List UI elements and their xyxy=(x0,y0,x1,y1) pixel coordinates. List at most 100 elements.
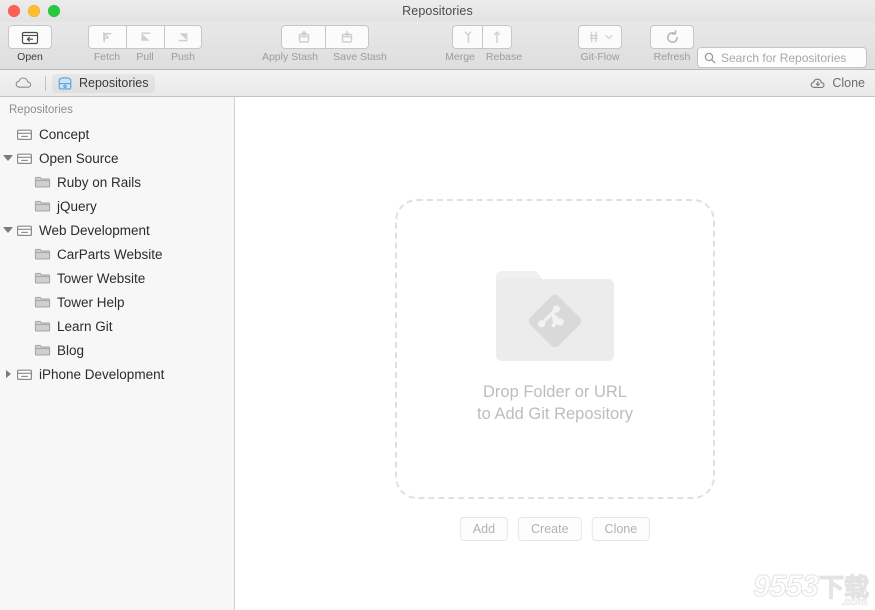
watermark-chinese: 下载 xyxy=(818,573,869,603)
push-label: Push xyxy=(171,51,195,63)
tower-app-window: Repositories Open Fetch Pull Push Apply … xyxy=(0,0,875,610)
toolbar-group-open: Open xyxy=(8,25,52,63)
merge-icon xyxy=(461,29,475,45)
save-stash-button[interactable] xyxy=(325,25,369,49)
sidebar-item-label: Tower Help xyxy=(57,294,125,310)
refresh-icon xyxy=(664,29,681,46)
repository-drive-icon xyxy=(57,76,73,91)
search-icon xyxy=(704,52,716,64)
window-title: Repositories xyxy=(402,4,473,18)
git-flow-button[interactable] xyxy=(578,25,622,49)
apply-stash-icon xyxy=(296,29,312,45)
push-button[interactable] xyxy=(164,25,202,49)
sidebar-item-label: iPhone Development xyxy=(39,366,165,382)
watermark-number: 9553 xyxy=(753,568,820,604)
traffic-light-group xyxy=(8,0,60,22)
apply-stash-label: Apply Stash xyxy=(261,51,319,63)
sidebar-item-iphone-development[interactable]: iPhone Development xyxy=(0,362,234,386)
sidebar-item-carparts-website[interactable]: CarParts Website xyxy=(0,242,234,266)
sidebar-item-jquery[interactable]: jQuery xyxy=(0,194,234,218)
merge-label: Merge xyxy=(445,51,475,63)
sidebar: Repositories Concept Open Source Ruby on R… xyxy=(0,97,235,610)
sidebar-item-label: Web Development xyxy=(39,222,150,238)
toolbar-group-gitflow: Git-Flow xyxy=(572,25,628,63)
clone-label: Clone xyxy=(832,76,865,90)
breadcrumb-bar: Repositories Clone xyxy=(0,70,875,97)
drop-zone[interactable]: Drop Folder or URL to Add Git Repository xyxy=(395,199,715,499)
sidebar-item-label: Learn Git xyxy=(57,318,113,334)
triangle-glyph xyxy=(5,370,11,378)
breadcrumb-separator xyxy=(45,75,46,91)
open-label: Open xyxy=(17,51,43,63)
chevron-down-icon xyxy=(605,33,613,41)
breadcrumb-label: Repositories xyxy=(79,76,149,90)
cloud-download-icon xyxy=(810,77,827,90)
sidebar-item-open-source[interactable]: Open Source xyxy=(0,146,234,170)
content-area: Drop Folder or URL to Add Git Repository… xyxy=(235,97,875,610)
breadcrumb-item-repositories[interactable]: Repositories xyxy=(52,73,156,93)
merge-button[interactable] xyxy=(452,25,482,49)
repository-box-icon xyxy=(16,367,33,382)
folder-icon xyxy=(34,175,51,189)
disclosure-triangle-closed-icon[interactable] xyxy=(0,370,16,378)
toolbar: Open Fetch Pull Push Apply Stash Save St… xyxy=(0,22,875,70)
sidebar-item-label: Tower Website xyxy=(57,270,146,286)
disclosure-triangle-open-icon[interactable] xyxy=(0,227,16,233)
sidebar-item-label: jQuery xyxy=(57,198,97,214)
refresh-label: Refresh xyxy=(653,51,691,63)
breadcrumb-home-button[interactable] xyxy=(10,76,39,90)
create-button[interactable]: Create xyxy=(518,517,582,541)
clone-button[interactable]: Clone xyxy=(810,76,865,90)
main-body: Repositories Concept Open Source Ruby on R… xyxy=(0,97,875,610)
fetch-arrow-icon xyxy=(100,29,116,45)
drop-caption-line1: Drop Folder or URL xyxy=(483,383,627,401)
sidebar-item-blog[interactable]: Blog xyxy=(0,338,234,362)
open-button[interactable] xyxy=(8,25,52,49)
repository-box-icon xyxy=(16,223,33,238)
maximize-button[interactable] xyxy=(48,5,60,17)
sidebar-item-label: Ruby on Rails xyxy=(57,174,142,190)
triangle-glyph xyxy=(3,227,13,233)
push-arrow-icon xyxy=(175,29,191,45)
refresh-button[interactable] xyxy=(650,25,694,49)
close-button[interactable] xyxy=(8,5,20,17)
search-input[interactable]: Search for Repositories xyxy=(721,51,846,65)
search-field[interactable]: Search for Repositories xyxy=(697,47,867,68)
sidebar-item-label: Blog xyxy=(57,342,85,358)
folder-icon xyxy=(34,343,51,357)
drop-zone-caption: Drop Folder or URL to Add Git Repository xyxy=(477,381,633,425)
add-button[interactable]: Add xyxy=(459,517,509,541)
toolbar-group-refresh: Refresh xyxy=(646,25,698,63)
sidebar-item-ruby-on-rails[interactable]: Ruby on Rails xyxy=(0,170,234,194)
repository-box-icon xyxy=(16,127,33,142)
folder-icon xyxy=(34,247,51,261)
pull-label: Pull xyxy=(136,51,154,63)
minimize-button[interactable] xyxy=(28,5,40,17)
sidebar-item-concept[interactable]: Concept xyxy=(0,122,234,146)
rebase-icon xyxy=(490,29,504,45)
pull-button[interactable] xyxy=(126,25,164,49)
sidebar-item-tower-website[interactable]: Tower Website xyxy=(0,266,234,290)
drop-caption-line2: to Add Git Repository xyxy=(477,405,633,423)
save-stash-label: Save Stash xyxy=(333,51,387,63)
sidebar-item-label: Open Source xyxy=(39,150,119,166)
rebase-button[interactable] xyxy=(482,25,512,49)
apply-stash-button[interactable] xyxy=(281,25,325,49)
open-folder-icon xyxy=(21,30,39,45)
sidebar-item-tower-help[interactable]: Tower Help xyxy=(0,290,234,314)
git-flow-label: Git-Flow xyxy=(580,51,620,63)
toolbar-group-integrate: Merge Rebase xyxy=(438,25,526,63)
fetch-label: Fetch xyxy=(93,51,121,63)
sidebar-item-label: Concept xyxy=(39,126,90,142)
folder-icon xyxy=(34,199,51,213)
sidebar-item-learn-git[interactable]: Learn Git xyxy=(0,314,234,338)
toolbar-group-stash: Apply Stash Save Stash xyxy=(255,25,395,63)
disclosure-triangle-open-icon[interactable] xyxy=(0,155,16,161)
fetch-button[interactable] xyxy=(88,25,126,49)
cloud-icon xyxy=(15,76,34,90)
rebase-label: Rebase xyxy=(485,51,523,63)
sidebar-item-web-development[interactable]: Web Development xyxy=(0,218,234,242)
action-button-row: Add Create Clone xyxy=(459,517,651,541)
clone-repo-button[interactable]: Clone xyxy=(591,517,651,541)
folder-icon xyxy=(34,319,51,333)
